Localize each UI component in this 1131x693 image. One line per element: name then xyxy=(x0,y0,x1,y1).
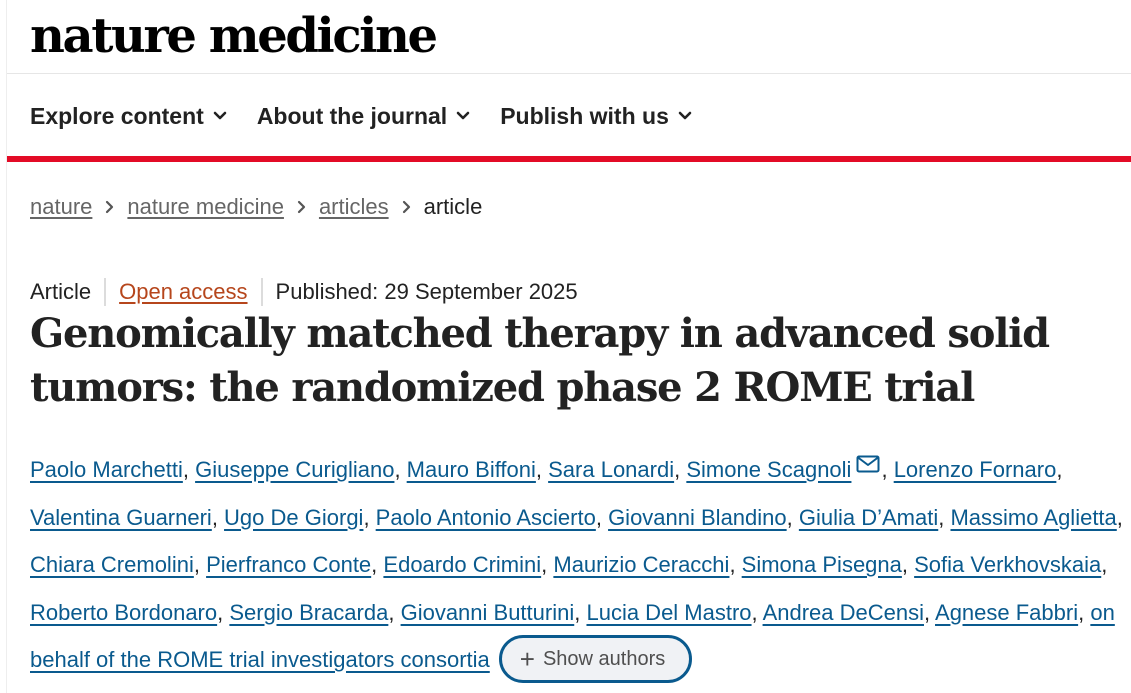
author-link[interactable]: Paolo Marchetti xyxy=(30,457,183,482)
author-link[interactable]: Roberto Bordonaro xyxy=(30,600,217,625)
breadcrumb-current: article xyxy=(423,194,483,219)
article-meta: Article Open access Published: 29 Septem… xyxy=(30,278,578,306)
author-link[interactable]: Massimo Aglietta xyxy=(950,505,1116,530)
breadcrumb-nature[interactable]: nature xyxy=(30,194,92,220)
author-link[interactable]: Giuseppe Curigliano xyxy=(195,457,394,482)
author-link[interactable]: Valentina Guarneri xyxy=(30,505,212,530)
author-link[interactable]: Giulia D’Amati xyxy=(799,505,938,530)
brand-bar xyxy=(7,156,1131,162)
chevron-right-icon xyxy=(297,200,306,214)
open-access-link[interactable]: Open access xyxy=(119,279,247,305)
nav-item-label: Explore content xyxy=(30,102,204,129)
nav-item-label: About the journal xyxy=(256,102,448,129)
breadcrumb: nature nature medicine articles article xyxy=(30,194,482,220)
author-link[interactable]: Edoardo Crimini xyxy=(383,552,541,577)
author-link[interactable]: Simone Scagnoli xyxy=(686,457,851,482)
nav-item-label: Publish with us xyxy=(500,102,669,129)
author-link[interactable]: Lorenzo Fornaro xyxy=(894,457,1057,482)
author-link[interactable]: Andrea DeCensi xyxy=(763,600,924,625)
author-link[interactable]: Chiara Cremolini xyxy=(30,552,194,577)
mail-icon[interactable] xyxy=(856,442,880,490)
published-date: Published: 29 September 2025 xyxy=(275,279,578,304)
chevron-down-icon xyxy=(678,111,692,121)
chevron-right-icon xyxy=(402,200,411,214)
left-border xyxy=(6,0,7,693)
chevron-down-icon xyxy=(213,111,227,121)
breadcrumb-articles[interactable]: articles xyxy=(319,194,389,220)
show-authors-label: Show authors xyxy=(542,647,666,670)
author-link[interactable]: Giovanni Blandino xyxy=(608,505,787,530)
main-nav: Explore content About the journal Publis… xyxy=(30,94,722,138)
author-link[interactable]: Ugo De Giorgi xyxy=(224,505,363,530)
page: nature medicine Explore content About th… xyxy=(0,0,1131,693)
author-link[interactable]: Mauro Biffoni xyxy=(407,457,536,482)
author-list: Paolo Marchetti, Giuseppe Curigliano, Ma… xyxy=(30,442,1125,685)
breadcrumb-nature-medicine[interactable]: nature medicine xyxy=(127,194,284,220)
nav-publish-with-us[interactable]: Publish with us xyxy=(500,103,692,130)
masthead-divider xyxy=(7,73,1131,74)
author-link[interactable]: Maurizio Ceracchi xyxy=(553,552,729,577)
author-link[interactable]: Pierfranco Conte xyxy=(206,552,371,577)
author-link[interactable]: Lucia Del Mastro xyxy=(586,600,751,625)
meta-divider xyxy=(104,278,107,306)
article-title: Genomically matched therapy in advanced … xyxy=(30,310,1050,411)
author-link[interactable]: Sara Lonardi xyxy=(548,457,674,482)
plus-icon: + xyxy=(519,644,535,675)
chevron-right-icon xyxy=(105,200,114,214)
journal-logo[interactable]: nature medicine xyxy=(30,12,438,60)
author-link[interactable]: Agnese Fabbri xyxy=(935,600,1078,625)
show-authors-button[interactable]: + Show authors xyxy=(498,635,693,684)
author-link[interactable]: Simona Pisegna xyxy=(742,552,902,577)
author-link[interactable]: Sofia Verkhovskaia xyxy=(914,552,1101,577)
author-link[interactable]: Paolo Antonio Ascierto xyxy=(376,505,596,530)
author-link[interactable]: Giovanni Butturini xyxy=(401,600,575,625)
author-link[interactable]: Sergio Bracarda xyxy=(229,600,388,625)
masthead: nature medicine xyxy=(30,0,438,72)
chevron-down-icon xyxy=(456,111,470,121)
meta-divider xyxy=(260,278,263,306)
article-type: Article xyxy=(30,279,92,304)
nav-explore-content[interactable]: Explore content xyxy=(30,103,227,130)
nav-about-the-journal[interactable]: About the journal xyxy=(257,103,470,130)
